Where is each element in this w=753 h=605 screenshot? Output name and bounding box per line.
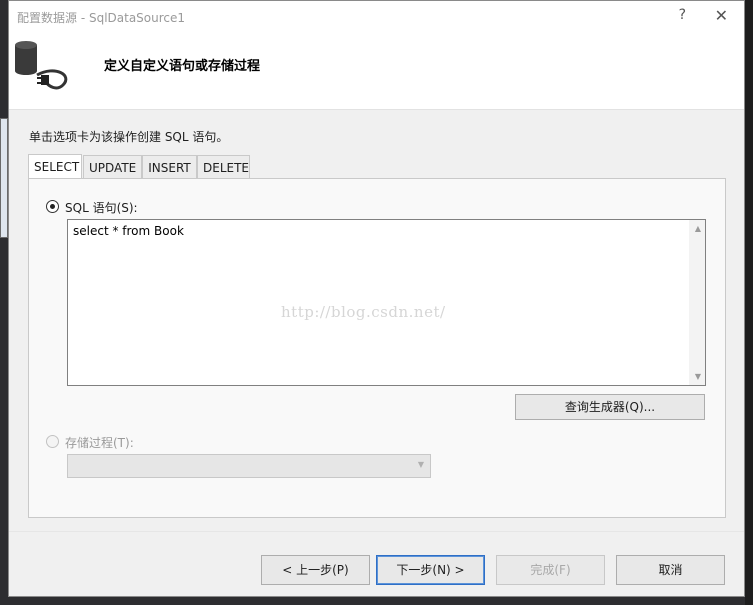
scroll-up-icon[interactable]: ▲: [695, 224, 701, 233]
chevron-down-icon: ▼: [417, 460, 424, 469]
close-button[interactable]: ✕: [715, 6, 728, 25]
help-button[interactable]: ?: [679, 7, 686, 23]
title-bar: 配置数据源 - SqlDataSource1 ? ✕: [9, 1, 744, 31]
stored-procedure-radio[interactable]: [46, 435, 59, 448]
tab-insert[interactable]: INSERT: [142, 155, 197, 179]
stored-procedure-select[interactable]: ▼: [67, 454, 431, 478]
query-builder-button[interactable]: 查询生成器(Q)...: [515, 394, 705, 420]
next-button[interactable]: 下一步(N) >: [376, 555, 485, 585]
wizard-step-title: 定义自定义语句或存储过程: [104, 59, 261, 74]
instruction-text: 单击选项卡为该操作创建 SQL 语句。: [29, 130, 229, 144]
background-left-strip: [0, 0, 8, 605]
sql-scrollbar[interactable]: ▲ ▼: [689, 220, 705, 385]
stored-procedure-label: 存储过程(T):: [65, 436, 134, 450]
watermark-text: http://blog.csdn.net/: [281, 303, 446, 321]
cancel-button[interactable]: 取消: [616, 555, 725, 585]
scroll-down-icon[interactable]: ▼: [695, 372, 701, 381]
sql-statement-text: select * from Book: [73, 224, 184, 238]
background-right-strip: [745, 0, 753, 605]
window-title: 配置数据源 - SqlDataSource1: [17, 11, 186, 25]
wizard-header: 定义自定义语句或存储过程: [9, 31, 744, 110]
background-designer-panel: [0, 118, 8, 238]
database-connect-icon: [15, 41, 68, 90]
configure-datasource-dialog: 配置数据源 - SqlDataSource1 ? ✕ 定义自定义语句或存储过程 …: [8, 0, 745, 597]
footer-divider: [9, 531, 744, 532]
tab-select[interactable]: SELECT: [28, 154, 82, 179]
finish-button[interactable]: 完成(F): [496, 555, 605, 585]
sql-statement-radio[interactable]: [46, 200, 59, 213]
tab-delete[interactable]: DELETE: [197, 155, 250, 179]
tab-update[interactable]: UPDATE: [83, 155, 142, 179]
previous-button[interactable]: < 上一步(P): [261, 555, 370, 585]
sql-statement-label: SQL 语句(S):: [65, 201, 138, 215]
